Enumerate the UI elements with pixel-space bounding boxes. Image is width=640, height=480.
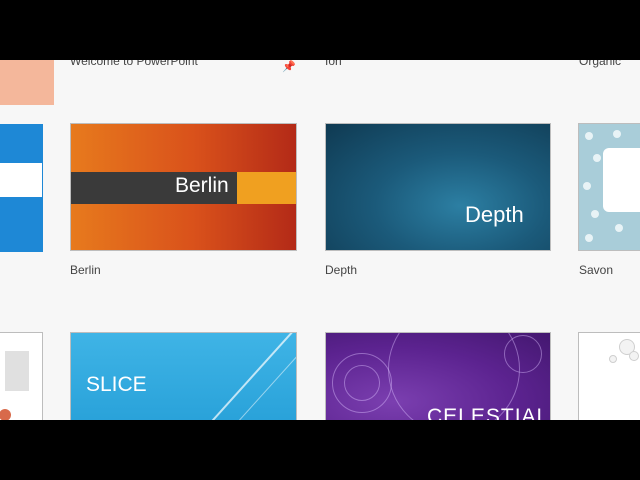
thumbnail-dot bbox=[0, 409, 11, 420]
droplet-bubble bbox=[609, 355, 617, 363]
savon-pattern-leaf bbox=[593, 154, 601, 162]
depth-template-caption: Depth bbox=[325, 263, 358, 277]
thumbnail-stripe bbox=[0, 163, 42, 197]
letterbox-top bbox=[0, 0, 640, 60]
white-template-thumbnail[interactable] bbox=[0, 332, 43, 420]
thumbnail-graphic bbox=[5, 351, 29, 391]
berlin-template-thumbnail[interactable]: Berlin bbox=[70, 123, 297, 251]
slice-template-thumbnail[interactable]: SLICE bbox=[70, 332, 297, 420]
droplet-template-thumbnail[interactable] bbox=[578, 332, 640, 420]
depth-thumbnail-title: Depth bbox=[465, 202, 524, 227]
blue-template-thumbnail[interactable] bbox=[0, 124, 43, 252]
letterbox-bottom bbox=[0, 420, 640, 480]
savon-pattern-leaf bbox=[583, 182, 591, 190]
celestial-ring bbox=[344, 365, 380, 401]
berlin-accent-bar bbox=[237, 172, 296, 204]
savon-pattern-leaf bbox=[585, 234, 593, 242]
savon-template-caption: Savon bbox=[579, 263, 614, 277]
celestial-template-thumbnail[interactable]: CELESTIAL bbox=[325, 332, 551, 420]
slice-thumbnail-title: SLICE bbox=[86, 373, 147, 396]
depth-template-thumbnail[interactable]: Depth bbox=[325, 123, 551, 251]
savon-template-thumbnail[interactable] bbox=[578, 123, 640, 251]
berlin-thumbnail-title: Berlin bbox=[175, 174, 229, 197]
pin-icon[interactable]: 📌 bbox=[282, 60, 296, 74]
savon-pattern-leaf bbox=[591, 210, 599, 218]
organic-template-caption: Organic bbox=[579, 60, 622, 68]
template-gallery: Welcome to PowerPoint 📌 Ion Organic Berl… bbox=[0, 60, 640, 420]
savon-pattern-leaf bbox=[585, 132, 593, 140]
celestial-ring bbox=[504, 335, 542, 373]
celestial-thumbnail-title: CELESTIAL bbox=[427, 405, 550, 420]
droplet-bubble bbox=[629, 351, 639, 361]
welcome-template-thumbnail[interactable] bbox=[0, 60, 54, 105]
berlin-template-caption: Berlin bbox=[70, 263, 101, 277]
welcome-template-caption: Welcome to PowerPoint bbox=[70, 60, 198, 68]
savon-pattern-leaf bbox=[615, 224, 623, 232]
ion-template-caption: Ion bbox=[325, 60, 342, 68]
slice-diagonal-line bbox=[191, 333, 296, 420]
savon-content-card bbox=[603, 148, 640, 212]
savon-pattern-leaf bbox=[613, 130, 621, 138]
